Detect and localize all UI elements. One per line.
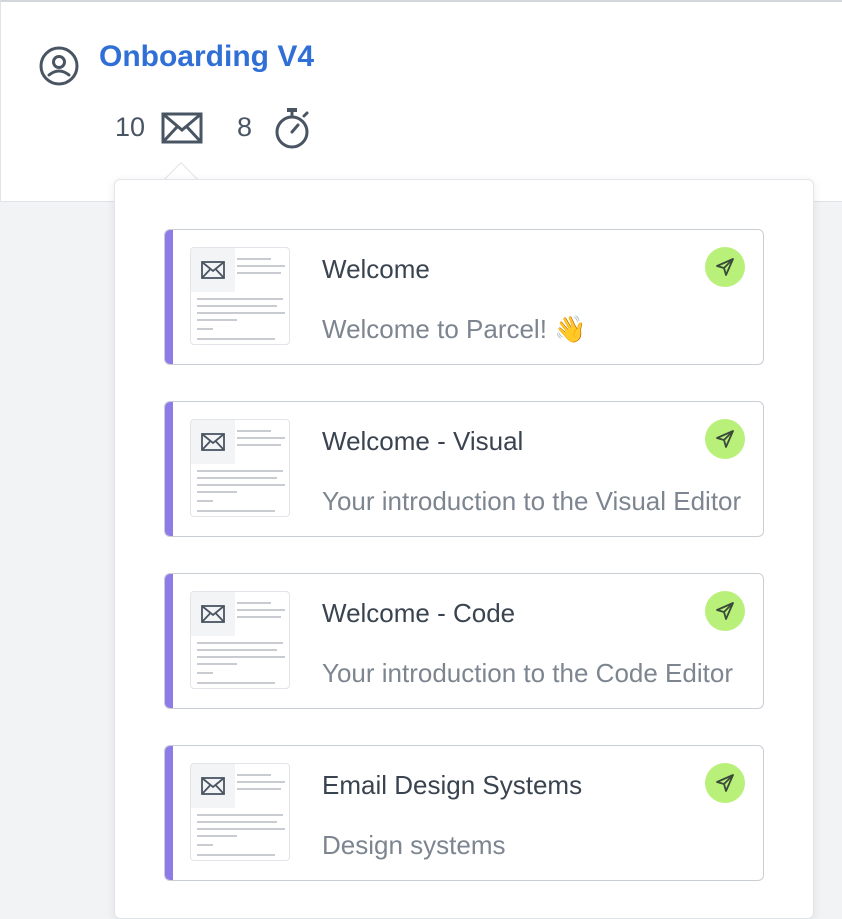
email-subject: Your introduction to the Visual Editor [322, 486, 742, 516]
card-accent-bar [165, 746, 173, 880]
email-thumbnail[interactable] [190, 591, 290, 689]
emails-count: 10 [115, 112, 146, 142]
envelope-icon [191, 420, 235, 464]
envelope-icon [191, 248, 235, 292]
email-title: Email Design Systems [322, 770, 583, 800]
email-thumbnail[interactable] [190, 419, 290, 517]
card-accent-bar [165, 230, 173, 364]
send-icon [716, 602, 734, 620]
send-icon [716, 430, 734, 448]
send-status-badge [705, 419, 745, 459]
flow-title[interactable]: Onboarding V4 [99, 40, 314, 74]
email-thumbnail[interactable] [190, 247, 290, 345]
envelope-icon [161, 112, 203, 144]
email-card[interactable]: Email Design Systems Design systems [164, 745, 764, 881]
envelope-icon [191, 764, 235, 808]
card-accent-bar [165, 574, 173, 708]
send-status-badge [705, 247, 745, 287]
flow-header: Onboarding V4 10 8 [0, 0, 842, 202]
delays-count: 8 [237, 112, 253, 142]
email-subject: Welcome to Parcel! 👋 [322, 314, 587, 344]
envelope-icon [191, 592, 235, 636]
email-title: Welcome [322, 254, 430, 284]
email-subject: Design systems [322, 830, 506, 860]
send-icon [716, 258, 734, 276]
email-thumbnail[interactable] [190, 763, 290, 861]
email-title: Welcome - Code [322, 598, 516, 628]
email-title: Welcome - Visual [322, 426, 524, 456]
email-card[interactable]: Welcome Welcome to Parcel! 👋 [164, 229, 764, 365]
card-accent-bar [165, 402, 173, 536]
email-subject: Your introduction to the Code Editor [322, 658, 733, 688]
email-card[interactable]: Welcome - Code Your introduction to the … [164, 573, 764, 709]
send-status-badge [705, 763, 745, 803]
send-status-badge [705, 591, 745, 631]
send-icon [716, 774, 734, 792]
email-card[interactable]: Welcome - Visual Your introduction to th… [164, 401, 764, 537]
user-circle-icon [39, 46, 79, 86]
stopwatch-icon [275, 108, 309, 149]
